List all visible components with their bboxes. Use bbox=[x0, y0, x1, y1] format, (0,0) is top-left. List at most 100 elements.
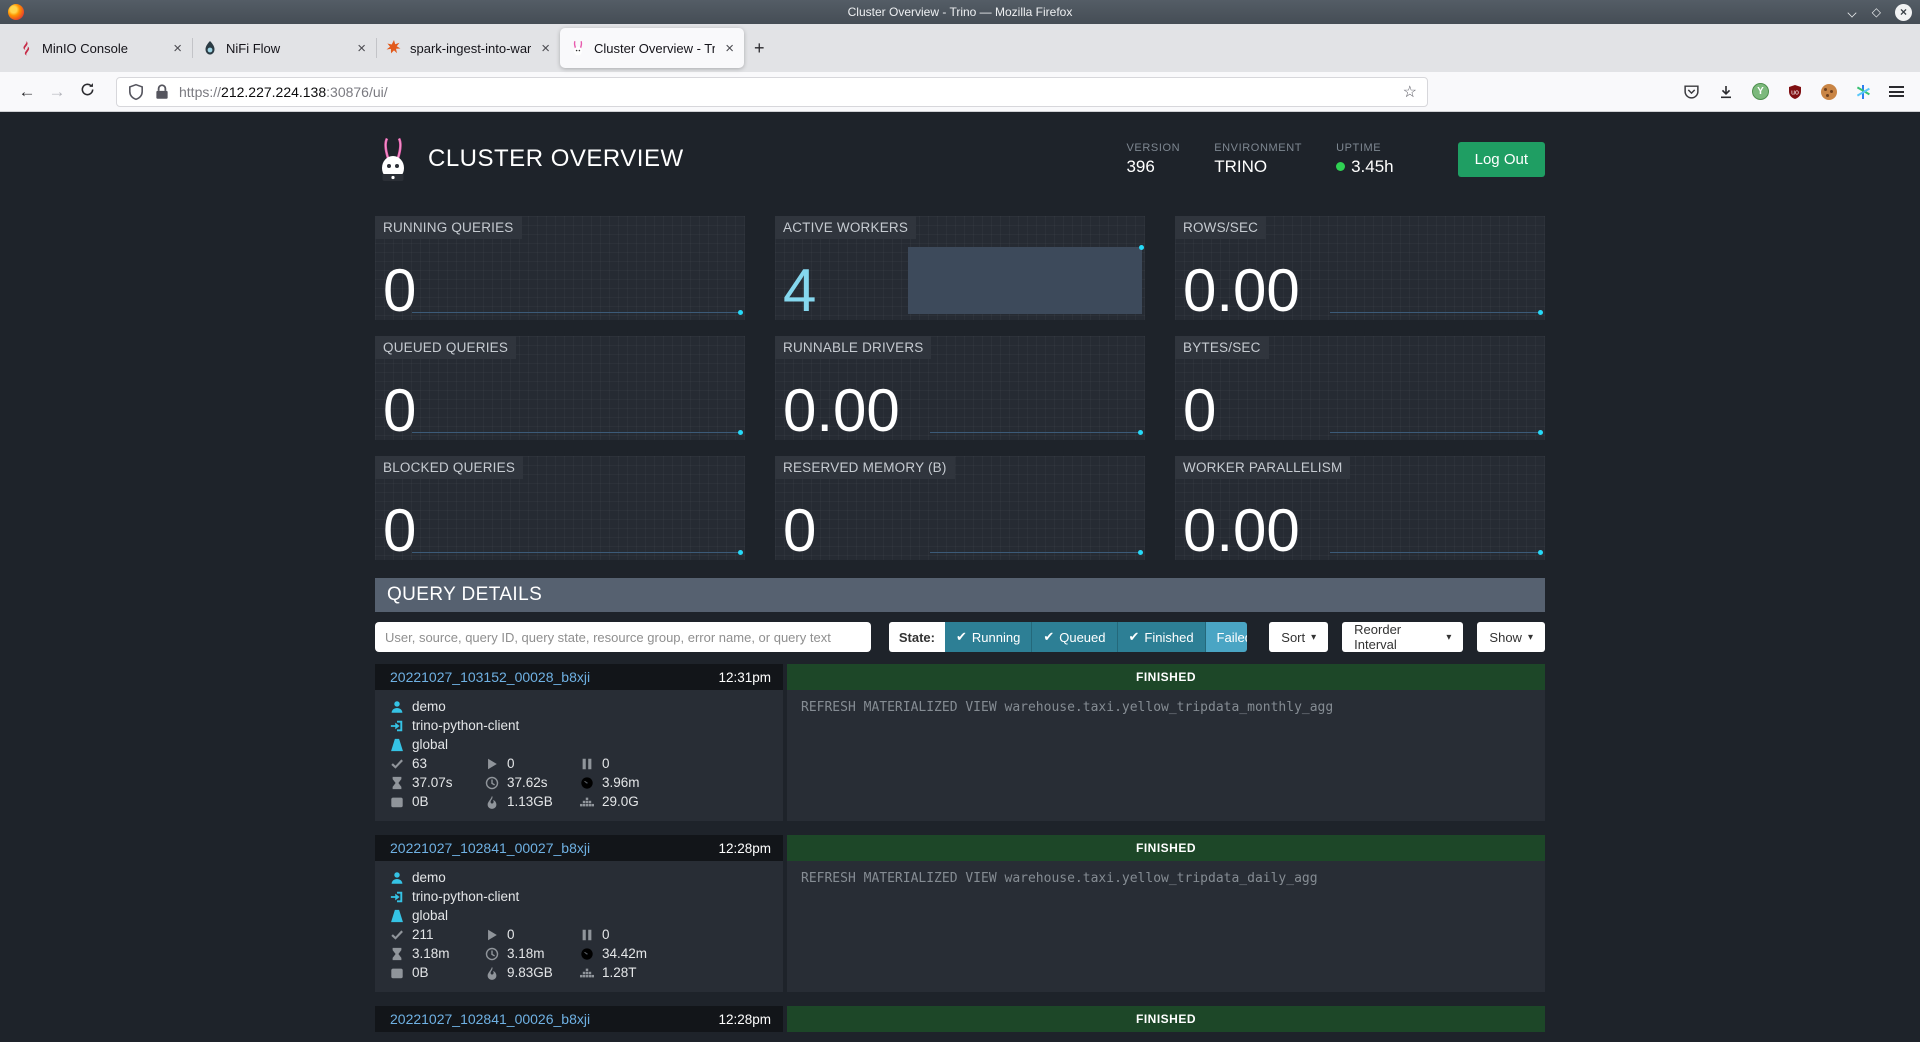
download-icon[interactable] bbox=[1717, 83, 1735, 101]
tab-label: MinIO Console bbox=[42, 41, 163, 56]
menu-icon[interactable] bbox=[1889, 86, 1904, 97]
sparkline bbox=[1330, 432, 1541, 433]
query-id-link[interactable]: 20221027_103152_00028_b8xji bbox=[390, 669, 590, 685]
stat-tile-rows-sec: ROWS/SEC 0.00 bbox=[1175, 216, 1545, 320]
uptime-info: UPTIME 3.45h bbox=[1336, 142, 1394, 177]
query-source: trino-python-client bbox=[412, 718, 519, 733]
check-icon: ✔ bbox=[1043, 629, 1054, 645]
window-title: Cluster Overview - Trino — Mozilla Firef… bbox=[0, 5, 1920, 19]
reload-icon[interactable] bbox=[72, 82, 102, 102]
show-dropdown[interactable]: Show▾ bbox=[1477, 622, 1545, 652]
wall-time-icon bbox=[390, 947, 404, 961]
bookmark-star-icon[interactable]: ☆ bbox=[1403, 82, 1417, 102]
filter-queued-button[interactable]: ✔Queued bbox=[1032, 622, 1117, 652]
chevron-down-icon: ▾ bbox=[1528, 632, 1533, 643]
filter-running-button[interactable]: ✔Running bbox=[945, 622, 1032, 652]
tab-close-icon[interactable]: × bbox=[171, 40, 184, 57]
new-tab-button[interactable]: + bbox=[754, 38, 765, 59]
query-sql-text[interactable]: REFRESH MATERIALIZED VIEW warehouse.taxi… bbox=[787, 861, 1545, 992]
sparkline bbox=[1330, 312, 1541, 313]
filter-finished-button[interactable]: ✔Finished bbox=[1118, 622, 1206, 652]
pocket-icon[interactable] bbox=[1682, 83, 1700, 101]
state-filter-label: State: bbox=[889, 622, 945, 652]
sparkline bbox=[930, 432, 1141, 433]
maximize-icon[interactable]: ◇ bbox=[1872, 6, 1881, 18]
stat-tile-running-queries: RUNNING QUERIES 0 bbox=[375, 216, 745, 320]
back-icon[interactable]: ← bbox=[12, 82, 42, 102]
navigation-toolbar: ← → https://212.227.224.138:30876/ui/ ☆ … bbox=[0, 72, 1920, 112]
forward-icon[interactable]: → bbox=[42, 82, 72, 102]
chevron-down-icon: ▾ bbox=[1311, 632, 1316, 643]
tab-label: Cluster Overview - Trino bbox=[594, 41, 715, 56]
query-id-link[interactable]: 20221027_102841_00027_b8xji bbox=[390, 840, 590, 856]
query-sql-text[interactable]: REFRESH MATERIALIZED VIEW warehouse.taxi… bbox=[787, 690, 1545, 821]
shield-icon[interactable] bbox=[127, 83, 145, 101]
peak-memory-icon bbox=[485, 966, 499, 980]
query-status-badge: FINISHED bbox=[787, 1006, 1545, 1032]
nifi-icon bbox=[202, 40, 218, 56]
sort-dropdown[interactable]: Sort▾ bbox=[1269, 622, 1328, 652]
current-memory-icon bbox=[390, 966, 404, 980]
version-value: 396 bbox=[1126, 157, 1180, 177]
tab-cluster-overview[interactable]: Cluster Overview - Trino × bbox=[560, 28, 744, 68]
trino-cluster-overview-page: CLUSTER OVERVIEW VERSION 396 ENVIRONMENT… bbox=[0, 112, 1920, 1042]
stat-tile-worker-parallelism: WORKER PARALLELISM 0.00 bbox=[1175, 456, 1545, 560]
sparkline bbox=[412, 432, 741, 433]
colorful-extension-icon[interactable] bbox=[1854, 83, 1872, 101]
tab-bar: MinIO Console × NiFi Flow × spark-ingest… bbox=[0, 24, 1920, 72]
source-login-icon bbox=[390, 890, 404, 904]
tab-spark-notebook[interactable]: spark-ingest-into-warehou × bbox=[376, 28, 560, 68]
cookie-extension-icon[interactable] bbox=[1821, 84, 1837, 100]
chevron-down-icon: ▾ bbox=[1446, 632, 1451, 643]
environment-info: ENVIRONMENT TRINO bbox=[1214, 142, 1302, 177]
minio-icon bbox=[18, 40, 34, 56]
elapsed-time-icon bbox=[485, 947, 499, 961]
ublock-icon[interactable]: uo bbox=[1786, 83, 1804, 101]
close-window-icon[interactable]: × bbox=[1895, 4, 1912, 21]
url-bar[interactable]: https://212.227.224.138:30876/ui/ ☆ bbox=[116, 77, 1428, 107]
stat-tile-active-workers: ACTIVE WORKERS 4 bbox=[775, 216, 1145, 320]
query-search-input[interactable] bbox=[375, 622, 871, 652]
logout-button[interactable]: Log Out bbox=[1458, 142, 1545, 177]
reorder-interval-dropdown[interactable]: Reorder Interval▾ bbox=[1342, 622, 1463, 652]
sparkline-area bbox=[908, 247, 1142, 314]
running-splits-icon bbox=[485, 928, 499, 942]
completed-splits-icon bbox=[390, 928, 404, 942]
check-icon: ✔ bbox=[956, 629, 967, 645]
queued-splits-icon bbox=[580, 928, 594, 942]
minimize-icon[interactable] bbox=[1848, 9, 1858, 15]
sparkline bbox=[930, 552, 1141, 553]
query-row: 20221027_102841_00026_b8xji 12:28pm FINI… bbox=[375, 1006, 1545, 1032]
resource-group-icon bbox=[390, 738, 404, 752]
cumulative-memory-icon bbox=[580, 795, 594, 809]
cpu-time-icon bbox=[580, 947, 594, 961]
cluster-stats-grid: RUNNING QUERIES 0 ACTIVE WORKERS 4 ROWS/… bbox=[375, 216, 1545, 560]
privacy-extension-icon[interactable]: Y bbox=[1752, 83, 1769, 100]
filter-failed-dropdown[interactable]: Failed▾ bbox=[1206, 622, 1248, 652]
trino-favicon bbox=[570, 40, 586, 56]
query-time: 12:28pm bbox=[718, 841, 771, 856]
query-source: trino-python-client bbox=[412, 889, 519, 904]
stat-tile-bytes-sec: BYTES/SEC 0 bbox=[1175, 336, 1545, 440]
stat-tile-queued-queries: QUEUED QUERIES 0 bbox=[375, 336, 745, 440]
query-status-badge: FINISHED bbox=[787, 835, 1545, 861]
running-splits-icon bbox=[485, 757, 499, 771]
tab-close-icon[interactable]: × bbox=[723, 40, 736, 57]
tab-close-icon[interactable]: × bbox=[539, 40, 552, 57]
query-time: 12:28pm bbox=[718, 1012, 771, 1027]
peak-memory-icon bbox=[485, 795, 499, 809]
cpu-time-icon bbox=[580, 776, 594, 790]
check-icon: ✔ bbox=[1129, 629, 1140, 645]
lock-icon[interactable] bbox=[153, 83, 171, 101]
query-row: 20221027_103152_00028_b8xji 12:31pm demo… bbox=[375, 664, 1545, 821]
query-id-link[interactable]: 20221027_102841_00026_b8xji bbox=[390, 1011, 590, 1027]
tab-nifi-flow[interactable]: NiFi Flow × bbox=[192, 28, 376, 68]
spark-icon bbox=[386, 40, 402, 56]
stat-tile-runnable-drivers: RUNNABLE DRIVERS 0.00 bbox=[775, 336, 1145, 440]
wall-time-icon bbox=[390, 776, 404, 790]
tab-close-icon[interactable]: × bbox=[355, 40, 368, 57]
tab-minio-console[interactable]: MinIO Console × bbox=[8, 28, 192, 68]
tab-label: NiFi Flow bbox=[226, 41, 347, 56]
url-text[interactable]: https://212.227.224.138:30876/ui/ bbox=[179, 84, 1395, 100]
query-details-header: QUERY DETAILS bbox=[375, 578, 1545, 612]
